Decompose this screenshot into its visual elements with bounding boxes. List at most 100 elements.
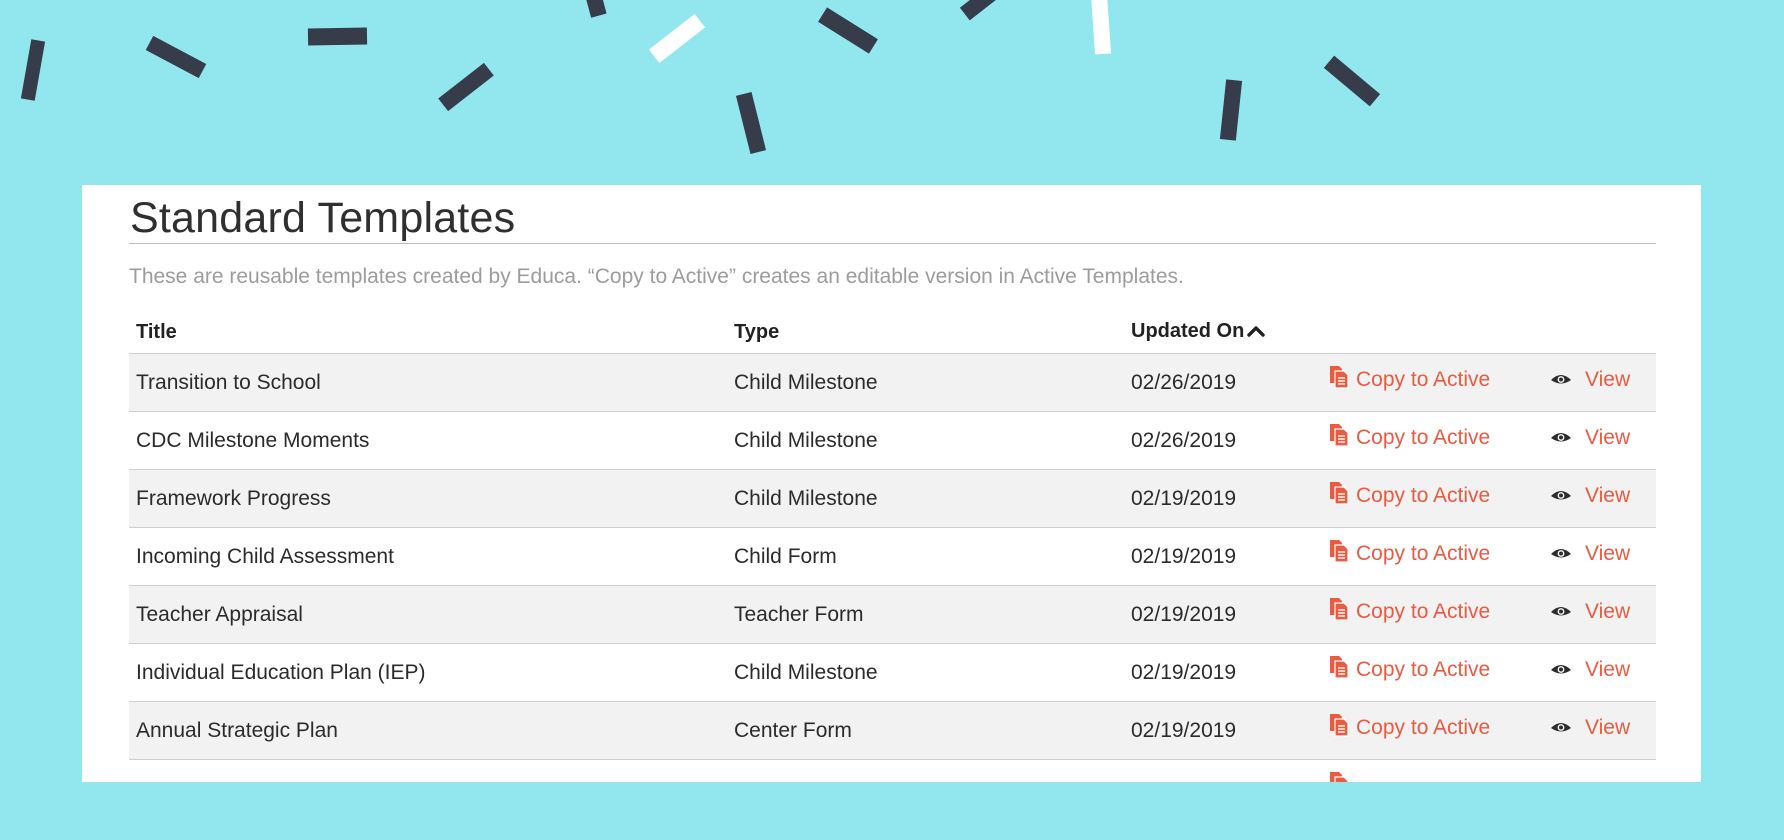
copy-to-active-label: Copy to Active [1356, 541, 1491, 565]
column-header-copy-action [1321, 311, 1550, 354]
copy-to-active-link[interactable]: Copy to Active [1328, 481, 1491, 508]
row-title: CDC Milestone Moments [129, 411, 727, 470]
table-header-row: Title Type Updated On [129, 311, 1656, 354]
row-updated-on: 02/26/2019 [1124, 411, 1321, 470]
row-type: Child Milestone [727, 353, 1124, 412]
copy-to-active-link[interactable]: Copy to Active [1328, 597, 1490, 624]
copy-documents-icon [1328, 423, 1350, 447]
view-link[interactable]: View [1550, 716, 1630, 740]
copy-to-active-label: Copy to Active [1356, 715, 1491, 739]
eye-icon [1550, 427, 1572, 442]
confetti-piece [1219, 79, 1243, 141]
table-row: Framework Progress Child Milestone 02/19… [129, 469, 1656, 528]
row-type: Child Milestone [727, 469, 1124, 528]
table-row: Annual Strategic Plan Center Form 02/19/… [129, 701, 1656, 760]
row-view-cell: View [1550, 353, 1656, 412]
copy-to-active-label: Copy to Active [1356, 483, 1491, 507]
copy-to-active-label: Copy to Active [1356, 425, 1491, 449]
row-copy-cell: Copy to Active [1321, 643, 1550, 702]
copy-to-active-link[interactable]: Copy to Active [1328, 423, 1491, 450]
view-link[interactable]: View [1550, 542, 1630, 566]
copy-documents-icon [1328, 481, 1350, 505]
copy-documents-icon [1328, 539, 1350, 563]
view-label: View [1585, 716, 1631, 739]
page-description: These are reusable templates created by … [129, 265, 1184, 288]
copy-documents-icon [1328, 713, 1350, 737]
confetti-piece [145, 35, 207, 79]
templates-table: Title Type Updated On Transition to Scho… [129, 311, 1656, 782]
row-type: Child Milestone [727, 411, 1124, 470]
table-row-partial [129, 759, 1656, 782]
row-updated-on: 02/19/2019 [1124, 643, 1321, 702]
eye-icon [1550, 543, 1572, 558]
view-label: View [1585, 368, 1631, 391]
table-row: Teacher Appraisal Teacher Form 02/19/201… [129, 585, 1656, 644]
view-link[interactable]: View [1550, 484, 1630, 508]
copy-to-active-link[interactable] [1328, 771, 1356, 782]
row-view-cell: View [1550, 643, 1656, 702]
column-header-updated-on[interactable]: Updated On [1124, 311, 1321, 354]
view-link[interactable]: View [1550, 368, 1630, 392]
view-label: View [1585, 484, 1631, 507]
view-label: View [1585, 658, 1631, 681]
title-divider [129, 243, 1656, 244]
row-copy-cell: Copy to Active [1321, 353, 1550, 412]
view-label: View [1585, 542, 1631, 565]
eye-icon [1550, 485, 1572, 500]
view-label: View [1585, 600, 1631, 623]
confetti-piece [1090, 0, 1112, 55]
row-view-cell: View [1550, 411, 1656, 470]
row-title: Individual Education Plan (IEP) [129, 643, 727, 702]
row-type: Center Form [727, 701, 1124, 760]
row-view-cell [1550, 759, 1656, 782]
row-view-cell: View [1550, 701, 1656, 760]
copy-to-active-link[interactable]: Copy to Active [1328, 539, 1491, 566]
copy-to-active-link[interactable]: Copy to Active [1328, 365, 1491, 392]
caret-up-icon [1246, 321, 1266, 344]
view-link[interactable]: View [1550, 426, 1630, 450]
eye-icon [1550, 659, 1572, 674]
row-type: Teacher Form [727, 585, 1124, 644]
view-link[interactable]: View [1550, 658, 1630, 682]
confetti-piece [735, 91, 767, 155]
row-updated-on: 02/19/2019 [1124, 469, 1321, 528]
table-row: CDC Milestone Moments Child Milestone 02… [129, 411, 1656, 470]
copy-documents-icon [1328, 597, 1350, 621]
eye-icon [1550, 717, 1572, 732]
row-copy-cell: Copy to Active [1321, 527, 1550, 586]
copy-to-active-link[interactable]: Copy to Active [1328, 713, 1491, 740]
row-copy-cell: Copy to Active [1321, 411, 1550, 470]
row-copy-cell [1321, 759, 1550, 782]
row-title: Framework Progress [129, 469, 727, 528]
row-title: Annual Strategic Plan [129, 701, 727, 760]
row-title: Incoming Child Assessment [129, 527, 727, 586]
templates-card: Standard Templates These are reusable te… [82, 185, 1701, 782]
row-copy-cell: Copy to Active [1321, 585, 1550, 644]
row-copy-cell: Copy to Active [1321, 469, 1550, 528]
confetti-piece [959, 0, 999, 21]
copy-documents-icon [1328, 655, 1350, 679]
copy-to-active-label: Copy to Active [1356, 367, 1491, 391]
copy-to-active-link[interactable]: Copy to Active [1328, 655, 1490, 682]
column-header-type-label: Type [734, 320, 780, 343]
row-copy-cell: Copy to Active [1321, 701, 1550, 760]
table-body: Transition to School Child Milestone 02/… [129, 353, 1656, 782]
row-title: Transition to School [129, 353, 727, 412]
column-header-title[interactable]: Title [129, 311, 727, 354]
row-type: Child Milestone [727, 643, 1124, 702]
view-link[interactable]: View [1550, 600, 1630, 624]
row-updated-on: 02/19/2019 [1124, 585, 1321, 644]
confetti-piece [307, 27, 368, 46]
table-row: Incoming Child Assessment Child Form 02/… [129, 527, 1656, 586]
copy-documents-icon [1328, 771, 1350, 782]
table-header: Title Type Updated On [129, 311, 1656, 354]
column-header-type[interactable]: Type [727, 311, 1124, 354]
page-title: Standard Templates [130, 194, 516, 242]
confetti-piece [818, 7, 878, 54]
table-row: Transition to School Child Milestone 02/… [129, 353, 1656, 412]
eye-icon [1550, 601, 1572, 616]
row-type: Child Form [727, 527, 1124, 586]
column-header-title-label: Title [136, 320, 177, 343]
column-header-view-action [1550, 311, 1656, 354]
row-title: Teacher Appraisal [129, 585, 727, 644]
